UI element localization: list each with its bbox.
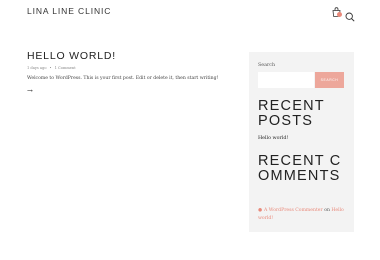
cart-button[interactable] xyxy=(332,7,342,17)
comment-author-link[interactable]: A WordPress Commenter xyxy=(264,208,323,213)
sidebar: Search SEARCH RECENT POSTS Hello world! … xyxy=(249,52,354,232)
comment-on-text: on xyxy=(324,208,330,213)
cart-count-badge xyxy=(337,12,342,17)
search-label: Search xyxy=(258,63,276,68)
header-search-button[interactable] xyxy=(345,7,355,22)
bullet-icon: ● xyxy=(258,208,263,213)
sidebar-search-input[interactable] xyxy=(258,72,314,88)
recent-posts-title: RECENT POSTS xyxy=(258,98,325,129)
post-title[interactable]: HELLO WORLD! xyxy=(27,50,116,62)
post-excerpt: Welcome to WordPress. This is your first… xyxy=(27,76,219,81)
search-icon xyxy=(345,12,355,22)
post-comments-link[interactable]: 1 Comment xyxy=(55,66,76,70)
recent-comment-item: ● A WordPress Commenter on Hello world! xyxy=(258,207,348,223)
recent-post-link[interactable]: Hello world! xyxy=(258,136,288,141)
recent-comments-title: RECENT COMMENTS xyxy=(258,153,342,184)
post-meta: 1 days ago • 1 Comment xyxy=(27,66,76,70)
site-title[interactable]: LINA LINE CLINIC xyxy=(27,6,111,16)
meta-separator: • xyxy=(49,66,52,70)
sidebar-search-button[interactable]: SEARCH xyxy=(315,72,344,88)
read-more-arrow-icon[interactable]: → xyxy=(27,88,33,95)
post-date[interactable]: 1 days ago xyxy=(27,66,47,70)
